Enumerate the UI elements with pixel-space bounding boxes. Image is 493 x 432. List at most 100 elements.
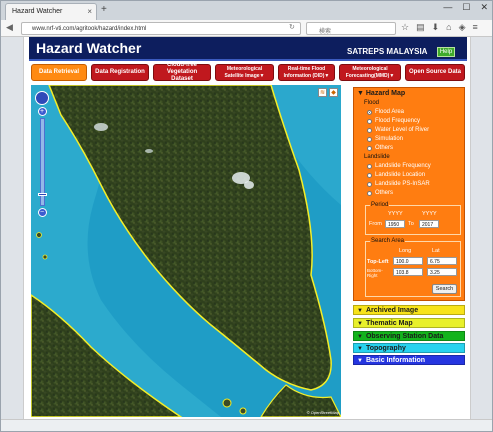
menu-meteorological-forecasting[interactable]: Meteorological Forecasting(MMD)▼	[339, 64, 401, 81]
radio-landslide-psinsar[interactable]: Landslide PS-InSAR	[367, 181, 430, 187]
search-placeholder: 検索	[319, 29, 332, 35]
close-tab-icon[interactable]: ×	[87, 7, 92, 16]
section-archived-image[interactable]: ▼ Archived Image	[353, 305, 465, 315]
browser-status-bar	[1, 419, 492, 431]
section-basic-information[interactable]: ▼ Basic Information	[353, 355, 465, 365]
menu-meteorological-satellite[interactable]: Meteorological Satellite Image▼	[215, 64, 274, 81]
reload-icon[interactable]: ↻	[289, 23, 295, 31]
browser-tab[interactable]: Hazard Watcher ×	[5, 3, 97, 20]
triangle-down-icon: ▼	[357, 346, 363, 352]
download-icon[interactable]: ⬇	[432, 22, 440, 33]
radio-button[interactable]	[367, 145, 372, 151]
zoom-in-icon[interactable]: +	[37, 107, 47, 116]
section-topography[interactable]: ▼ Topography	[353, 343, 465, 353]
to-label: To	[408, 221, 414, 227]
browser-search-input[interactable]: 検索	[306, 22, 396, 35]
long-header: Long	[399, 248, 412, 254]
option-label: Landslide PS-InSAR	[375, 181, 430, 187]
zoom-out-icon[interactable]: −	[37, 208, 47, 217]
home-icon[interactable]: ⌂	[446, 22, 451, 33]
app-title: Hazard Watcher	[36, 40, 142, 56]
bottom-right-lat-input[interactable]: 3.25	[427, 268, 457, 276]
option-label: Flood Frequency	[375, 118, 421, 124]
map-tools: ≋ ◆	[318, 88, 338, 97]
period-fieldset: Period YYYY YYYY From 1950 To 2017	[365, 202, 461, 235]
layer-options-icon[interactable]: ◆	[329, 88, 338, 97]
option-label: Flood Area	[375, 109, 405, 115]
tab-title: Hazard Watcher	[12, 8, 63, 15]
landslide-group-label: Landslide	[364, 154, 390, 160]
url-text: www.nrf-vti.com/agritook/hazard/index.ht…	[32, 26, 147, 32]
map-view[interactable]: + − ≋ ◆ © OpenStreetMap	[31, 85, 341, 417]
hamburger-menu-icon[interactable]: ≡	[473, 22, 478, 33]
radio-flood-area[interactable]: Flood Area	[367, 109, 404, 115]
section-observing-station[interactable]: ▼ Observing Station Data	[353, 331, 465, 341]
web-page: Hazard Watcher SATREPS MALAYSIA Help Dat…	[23, 37, 471, 431]
reading-list-icon[interactable]: ▤	[416, 22, 425, 33]
radio-button[interactable]	[367, 109, 372, 115]
layer-switcher-icon[interactable]: ≋	[318, 88, 327, 97]
option-label: Landslide Location	[375, 172, 426, 178]
maximize-icon[interactable]: ☐	[462, 2, 470, 13]
radio-landslide-frequency[interactable]: Landslide Frequency	[367, 163, 431, 169]
radio-button[interactable]	[367, 127, 372, 133]
section-thematic-map[interactable]: ▼ Thematic Map	[353, 318, 465, 328]
radio-button[interactable]	[367, 172, 372, 178]
menu-data-registration[interactable]: Data Registration	[91, 64, 149, 81]
zoom-slider-thumb[interactable]	[37, 193, 47, 196]
triangle-down-icon: ▼	[357, 334, 363, 340]
radio-button[interactable]	[367, 190, 372, 196]
help-button[interactable]: Help	[437, 47, 455, 57]
top-left-long-input[interactable]: 100.0	[393, 257, 423, 265]
url-bar[interactable]: www.nrf-vti.com/agritook/hazard/index.ht…	[21, 22, 301, 35]
option-label: Simulation	[375, 136, 404, 142]
to-year-header: YYYY	[422, 211, 437, 217]
option-label: Others	[375, 190, 394, 196]
zoom-control: + −	[35, 91, 49, 217]
organization-label: SATREPS MALAYSIA	[347, 47, 428, 56]
radio-water-level[interactable]: Water Level of River	[367, 127, 429, 133]
bottom-right-long-input[interactable]: 103.8	[393, 268, 423, 276]
bookmark-star-icon[interactable]: ☆	[401, 22, 409, 33]
top-left-lat-input[interactable]: 6.75	[427, 257, 457, 265]
radio-button[interactable]	[367, 136, 372, 142]
menu-open-source-data[interactable]: Open Source Data	[405, 64, 465, 81]
menu-cloud-free-vegetation[interactable]: Cloud-free Vegetation Dataset	[153, 62, 211, 82]
from-year-input[interactable]: 1950	[385, 220, 405, 228]
zoom-slider[interactable]	[37, 118, 47, 206]
minimize-icon[interactable]: —	[443, 2, 452, 13]
radio-button[interactable]	[367, 118, 372, 124]
radio-button[interactable]	[367, 181, 372, 187]
radio-flood-frequency[interactable]: Flood Frequency	[367, 118, 420, 124]
menu-data-retrieval[interactable]: Data Retrieval	[31, 64, 87, 81]
radio-landslide-location[interactable]: Landslide Location	[367, 172, 425, 178]
map-attribution: © OpenStreetMap	[306, 410, 339, 415]
shield-icon[interactable]: ◈	[459, 22, 466, 33]
to-year-input[interactable]: 2017	[419, 220, 439, 228]
radio-flood-others[interactable]: Others	[367, 145, 393, 151]
radio-landslide-others[interactable]: Others	[367, 190, 393, 196]
radio-button[interactable]	[367, 163, 372, 169]
hazard-map-title[interactable]: ▼ Hazard Map	[357, 90, 405, 97]
option-label: Others	[375, 145, 394, 151]
menu-realtime-flood[interactable]: Real-time Flood Information (DID)▼	[278, 64, 335, 81]
close-window-icon[interactable]: ✕	[480, 2, 488, 13]
back-icon[interactable]: ◀	[6, 22, 13, 33]
tab-bar: Hazard Watcher × + — ☐ ✕	[1, 1, 492, 20]
browser-window: Hazard Watcher × + — ☐ ✕ ◀ www.nrf-vti.c…	[0, 0, 493, 432]
flood-group-label: Flood	[364, 100, 380, 106]
new-tab-icon[interactable]: +	[101, 4, 107, 15]
search-area-legend: Search Area	[370, 238, 406, 244]
search-button[interactable]: Search	[432, 284, 457, 294]
top-left-label: Top-Left	[367, 259, 389, 265]
pan-control-icon[interactable]	[35, 91, 49, 105]
triangle-down-icon: ▼	[357, 358, 363, 364]
option-label: Landslide Frequency	[375, 163, 431, 169]
section-label: Thematic Map	[365, 320, 413, 327]
radio-simulation[interactable]: Simulation	[367, 136, 403, 142]
hazard-map-panel: ▼ Hazard Map Flood Flood Area Flood Freq…	[353, 87, 465, 301]
bottom-right-label: Bottom-Right	[367, 268, 383, 278]
triangle-down-icon: ▼	[357, 308, 363, 314]
period-legend: Period	[370, 202, 390, 208]
main-menu: Data Retrieval Data Registration Cloud-f…	[31, 62, 467, 82]
